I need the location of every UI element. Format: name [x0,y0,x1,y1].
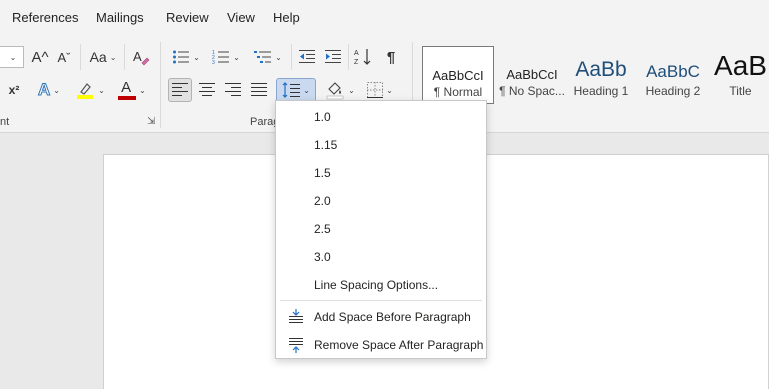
svg-text:Z: Z [354,59,359,66]
chevron-down-icon: ⌄ [98,85,105,95]
tab-mailings[interactable]: Mailings [96,10,144,25]
styles-gallery: AaBbCcI ¶ Normal AaBbCcI ¶ No Spac... Aa… [420,46,769,106]
numbering-button[interactable]: 1 2 3 ⌄ [208,45,244,69]
chevron-down-icon: ⌄ [348,85,355,95]
divider [80,44,81,70]
increase-indent-button[interactable] [322,45,344,69]
chevron-down-icon: ⌄ [9,52,17,62]
remove-space-after-item[interactable]: Remove Space After Paragraph [276,331,486,359]
tab-review[interactable]: Review [166,10,209,25]
svg-text:A: A [133,49,142,64]
font-group-label: nt [0,116,10,128]
font-color-button[interactable]: A ⌄ [114,78,150,102]
paint-bucket-icon [326,82,344,100]
font-color-swatch [118,96,137,100]
font-size-dropdown[interactable]: ⌄ [0,46,24,68]
decrease-indent-button[interactable] [296,45,318,69]
multilevel-list-button[interactable]: ⌄ [250,45,286,69]
change-case-button[interactable]: Aa ⌄ [86,45,120,69]
bullets-icon [173,50,190,64]
align-left-button[interactable] [168,78,192,102]
font-dialog-launcher-icon[interactable]: ⇲ [147,116,155,127]
align-right-icon [225,83,241,96]
line-spacing-option-2-0[interactable]: 2.0 [276,187,486,215]
style-no-spacing[interactable]: AaBbCcI ¶ No Spac... [496,46,568,104]
menu-separator [280,300,482,301]
decrease-indent-icon [299,50,315,63]
style-normal[interactable]: AaBbCcI ¶ Normal [422,46,494,104]
sort-icon: A Z [354,49,371,66]
divider [348,44,349,70]
chevron-down-icon: ⌄ [303,85,310,95]
grow-font-button[interactable]: A^ [30,45,50,69]
chevron-down-icon: ⌄ [193,52,200,62]
divider [124,44,125,70]
line-spacing-option-1-5[interactable]: 1.5 [276,159,486,187]
shrink-font-button[interactable]: Aˇ [54,45,74,69]
line-spacing-icon [282,82,301,98]
style-heading-2[interactable]: AaBbC Heading 2 [640,46,706,104]
tab-references[interactable]: References [12,10,78,25]
clear-formatting-icon: A [133,49,150,66]
tab-view[interactable]: View [227,10,255,25]
svg-text:A: A [354,50,359,57]
shading-button[interactable]: ⌄ [322,78,358,102]
highlighter-icon [77,83,94,99]
numbering-icon: 1 2 3 [212,50,230,65]
group-divider [160,42,161,128]
style-heading-1[interactable]: AaBb Heading 1 [570,46,632,104]
chevron-down-icon: ⌄ [109,52,117,62]
chevron-down-icon: ⌄ [386,85,393,95]
line-spacing-button[interactable]: ⌄ [276,78,316,102]
justify-button[interactable] [248,78,270,102]
justify-icon [251,83,267,96]
line-spacing-options-item[interactable]: Line Spacing Options... [276,271,486,299]
add-space-before-icon [289,309,303,323]
add-space-before-item[interactable]: Add Space Before Paragraph [276,303,486,331]
clear-formatting-button[interactable]: A [130,45,152,69]
show-hide-formatting-button[interactable]: ¶ [380,45,402,69]
line-spacing-option-2-5[interactable]: 2.5 [276,215,486,243]
chevron-down-icon: ⌄ [233,52,240,62]
tab-help[interactable]: Help [273,10,300,25]
remove-space-after-icon [289,338,303,353]
borders-icon [367,82,384,98]
text-effects-button[interactable]: A ⌄ [32,78,66,102]
superscript-button[interactable]: x² [4,78,24,102]
highlight-color-button[interactable]: ⌄ [72,78,108,102]
line-spacing-menu: 1.0 1.15 1.5 2.0 2.5 3.0 Line Spacing Op… [275,100,487,359]
svg-text:3: 3 [212,60,215,65]
line-spacing-option-1-0[interactable]: 1.0 [276,103,486,131]
divider [291,44,292,70]
menu-bar: References Mailings Review View Help [0,0,769,36]
bullets-button[interactable]: ⌄ [168,45,204,69]
style-title[interactable]: AaB Title [712,46,769,104]
chevron-down-icon: ⌄ [53,85,60,95]
align-center-icon [199,83,215,96]
line-spacing-option-1-15[interactable]: 1.15 [276,131,486,159]
sort-button[interactable]: A Z [352,45,374,69]
chevron-down-icon: ⌄ [275,52,282,62]
increase-indent-icon [325,50,341,63]
align-left-icon [172,83,188,96]
chevron-down-icon: ⌄ [139,85,146,95]
borders-button[interactable]: ⌄ [362,78,398,102]
multilevel-list-icon [254,51,272,63]
pilcrow-icon: ¶ [386,48,396,66]
align-center-button[interactable] [196,78,218,102]
align-right-button[interactable] [222,78,244,102]
line-spacing-option-3-0[interactable]: 3.0 [276,243,486,271]
